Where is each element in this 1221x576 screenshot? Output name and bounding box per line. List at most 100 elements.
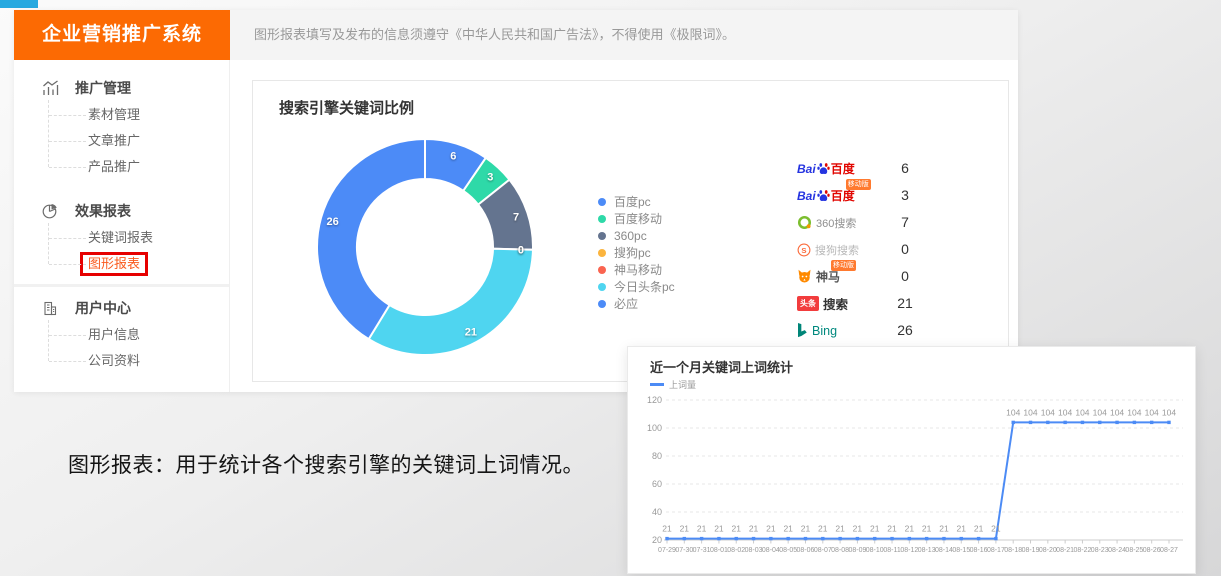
- sidebar-section-label: 效果报表: [75, 201, 131, 221]
- 360-logo: 360搜索: [797, 215, 856, 231]
- line-chart: 2040608010012007-2907-3007-3108-0108-020…: [638, 391, 1187, 569]
- sidebar-item-keyword-report[interactable]: 关键词报表: [14, 225, 229, 251]
- building-icon: [42, 299, 60, 317]
- sidebar-item-company-profile[interactable]: 公司资料: [14, 348, 229, 374]
- svg-text:08-07: 08-07: [814, 547, 832, 554]
- svg-text:21: 21: [957, 524, 967, 534]
- engine-logo: 头条搜索: [797, 290, 848, 317]
- sidebar-section-label: 用户中心: [75, 298, 131, 318]
- sogou-logo: S搜狗搜索: [797, 242, 859, 258]
- svg-text:6: 6: [450, 150, 456, 162]
- svg-text:21: 21: [905, 524, 915, 534]
- svg-text:21: 21: [732, 524, 742, 534]
- sidebar-section-header-report[interactable]: 效果报表: [14, 197, 229, 225]
- sidebar-items-promotion: 素材管理文章推广产品推广: [14, 102, 229, 180]
- legend-item-2[interactable]: 百度移动: [598, 210, 675, 227]
- legend-label: 上词量: [669, 378, 696, 391]
- svg-text:08-17: 08-17: [987, 547, 1005, 554]
- engine-row-6: 头条搜索 21: [789, 290, 949, 317]
- donut-chart: 637002126: [295, 117, 555, 377]
- sidebar-section-header-promotion[interactable]: 推广管理: [14, 74, 229, 102]
- sidebar-item-graph-report[interactable]: 图形报表: [14, 251, 229, 277]
- engine-count-value: 26: [885, 317, 925, 344]
- svg-text:104: 104: [1110, 407, 1124, 417]
- svg-text:104: 104: [1058, 407, 1072, 417]
- svg-text:100: 100: [647, 423, 662, 433]
- content-area: 搜索引擎关键词比例 637002126 百度pc百度移动360pc搜狗pc神马移…: [230, 60, 1018, 392]
- svg-text:08-23: 08-23: [1091, 547, 1109, 554]
- sidebar-item-user-info[interactable]: 用户信息: [14, 322, 229, 348]
- svg-text:21: 21: [749, 524, 759, 534]
- svg-text:08-11: 08-11: [883, 547, 900, 554]
- svg-text:08-26: 08-26: [1143, 547, 1161, 554]
- sidebar-section-report: 效果报表关键词报表图形报表: [14, 197, 229, 277]
- legend-item-5[interactable]: 神马移动: [598, 261, 675, 278]
- svg-text:08-19: 08-19: [1022, 547, 1040, 554]
- engine-count-value: 21: [885, 290, 925, 317]
- svg-text:21: 21: [465, 326, 477, 338]
- sidebar-item-material[interactable]: 素材管理: [14, 102, 229, 128]
- svg-text:21: 21: [835, 524, 845, 534]
- engine-logo: Bai百度移动版: [797, 182, 855, 209]
- engine-count-value: 7: [885, 209, 925, 236]
- legend-item-label: 神马移动: [614, 261, 662, 278]
- mobile-badge: 移动版: [846, 179, 871, 190]
- svg-text:21: 21: [853, 524, 863, 534]
- legend-dot-icon: [598, 215, 606, 223]
- legend-item-3[interactable]: 360pc: [598, 227, 675, 244]
- legend-item-1[interactable]: 百度pc: [598, 193, 675, 210]
- accent-bar: [0, 0, 38, 8]
- sidebar-divider: [14, 284, 229, 287]
- engine-row-3: 360搜索 7: [789, 209, 949, 236]
- baidu-logo: Bai百度移动版: [797, 187, 855, 204]
- sidebar-items-report: 关键词报表图形报表: [14, 225, 229, 277]
- svg-text:7: 7: [513, 211, 519, 223]
- sidebar-item-article[interactable]: 文章推广: [14, 128, 229, 154]
- svg-text:07-31: 07-31: [693, 547, 711, 554]
- svg-text:08-01: 08-01: [710, 547, 728, 554]
- engine-logo: 神马移动版: [797, 263, 840, 290]
- legend-dot-icon: [598, 283, 606, 291]
- line-chart-title: 近一个月关键词上词统计: [650, 357, 793, 376]
- legend-item-4[interactable]: 搜狗pc: [598, 244, 675, 261]
- svg-text:104: 104: [1006, 407, 1020, 417]
- legend-dot-icon: [598, 266, 606, 274]
- svg-text:08-09: 08-09: [848, 547, 866, 554]
- svg-text:08-22: 08-22: [1073, 547, 1091, 554]
- line-chart-legend[interactable]: 上词量: [650, 378, 696, 391]
- legend-item-7[interactable]: 必应: [598, 295, 675, 312]
- engine-count-value: 0: [885, 263, 925, 290]
- svg-text:07-29: 07-29: [658, 547, 676, 554]
- active-item-highlight: 图形报表: [80, 252, 148, 276]
- svg-text:3: 3: [487, 172, 493, 184]
- svg-text:21: 21: [801, 524, 811, 534]
- app-title: 企业营销推广系统: [14, 10, 230, 60]
- svg-text:08-27: 08-27: [1160, 547, 1178, 554]
- svg-text:08-18: 08-18: [1004, 547, 1022, 554]
- engine-row-2: Bai百度移动版3: [789, 182, 949, 209]
- engine-row-5: 神马移动版 0: [789, 263, 949, 290]
- legend-dot-icon: [598, 249, 606, 257]
- svg-text:104: 104: [1093, 407, 1107, 417]
- engine-logo: Bing: [797, 317, 837, 344]
- svg-text:20: 20: [652, 535, 662, 545]
- sidebar-item-product[interactable]: 产品推广: [14, 154, 229, 180]
- svg-text:104: 104: [1162, 407, 1176, 417]
- shenma-logo: 神马移动版: [797, 268, 840, 285]
- bar-chart-icon: [42, 79, 60, 97]
- notice-bar: 图形报表填写及发布的信息须遵守《中华人民共和国广告法》，不得使用《极限词》。: [230, 10, 1018, 60]
- notice-text: 图形报表填写及发布的信息须遵守《中华人民共和国广告法》，不得使用《极限词》。: [254, 27, 735, 42]
- legend-item-6[interactable]: 今日头条pc: [598, 278, 675, 295]
- sidebar-section-header-user[interactable]: 用户中心: [14, 294, 229, 322]
- legend-item-label: 今日头条pc: [614, 278, 675, 295]
- sidebar-items-user: 用户信息公司资料: [14, 322, 229, 374]
- svg-text:21: 21: [680, 524, 690, 534]
- engine-logo: 360搜索: [797, 209, 856, 236]
- donut-chart-card: 搜索引擎关键词比例 637002126 百度pc百度移动360pc搜狗pc神马移…: [252, 80, 1009, 382]
- bing-logo: Bing: [797, 323, 837, 338]
- svg-text:21: 21: [939, 524, 949, 534]
- pie-chart-icon: [42, 202, 60, 220]
- svg-text:08-06: 08-06: [797, 547, 815, 554]
- svg-text:08-03: 08-03: [745, 547, 763, 554]
- svg-text:08-25: 08-25: [1125, 547, 1143, 554]
